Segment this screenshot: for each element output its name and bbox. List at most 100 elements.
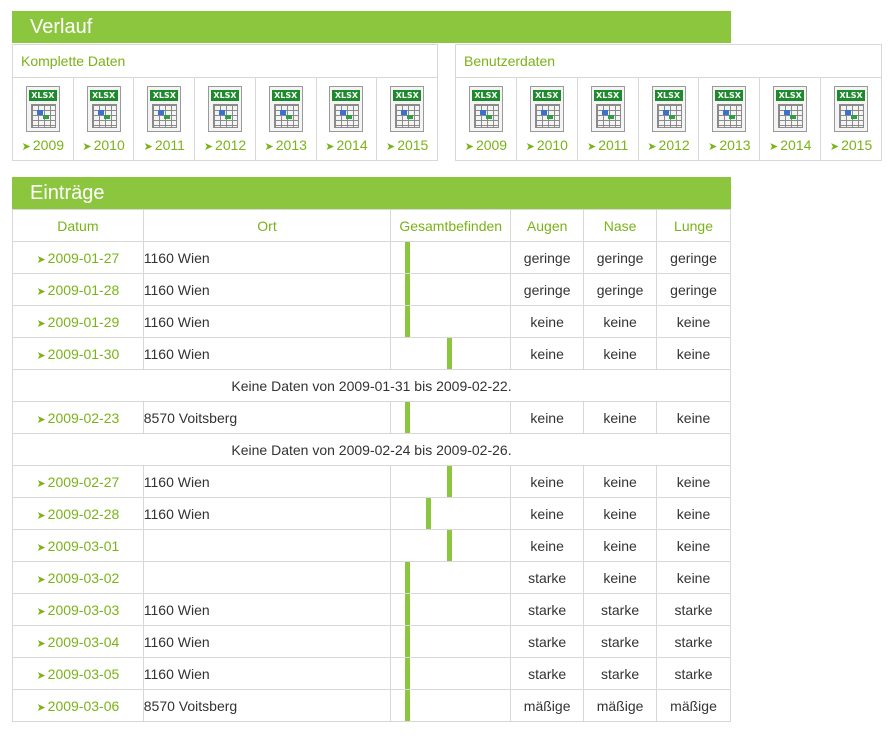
xlsx-file-icon[interactable]: XLSX (651, 86, 686, 132)
column-header-nose[interactable]: Nase (583, 209, 658, 242)
spreadsheet-grid-icon (395, 104, 421, 128)
year-link[interactable]: ➤ 2009 (456, 137, 516, 153)
entry-date-link[interactable]: ➤ 2009-03-03 (12, 593, 144, 626)
complete-data-downloads: Komplette Daten XLSX ➤ 2009 XLSX ➤ 2010 XLSX ➤ 2… (12, 44, 438, 161)
year-link[interactable]: ➤ 2012 (639, 137, 699, 153)
xlsx-file-icon[interactable]: XLSX (86, 86, 121, 132)
user-download-2011[interactable]: XLSX ➤ 2011 (578, 78, 639, 160)
entry-date-link[interactable]: ➤ 2009-02-27 (12, 465, 144, 498)
entry-date-link[interactable]: ➤ 2009-03-01 (12, 529, 144, 562)
user-download-2012[interactable]: XLSX ➤ 2012 (639, 78, 700, 160)
entry-date-link[interactable]: ➤ 2009-01-29 (12, 305, 144, 338)
arrow-right-icon: ➤ (385, 141, 396, 153)
entry-place: 1160 Wien (142, 497, 392, 530)
entry-eyes: starke (510, 561, 585, 594)
year-link[interactable]: ➤ 2013 (699, 137, 759, 153)
user-download-2010[interactable]: XLSX ➤ 2010 (517, 78, 578, 160)
entry-date-link[interactable]: ➤ 2009-01-30 (12, 337, 144, 370)
year-link[interactable]: ➤ 2014 (317, 137, 377, 153)
column-header-place[interactable]: Ort (142, 209, 392, 242)
user-data-downloads: Benutzerdaten XLSX ➤ 2009 XLSX ➤ 2010 XLSX ➤ 201… (455, 44, 882, 161)
user-download-2013[interactable]: XLSX ➤ 2013 (699, 78, 761, 160)
entry-lungs: starke (656, 625, 731, 658)
year-link[interactable]: ➤ 2014 (760, 137, 820, 153)
xlsx-file-icon[interactable]: XLSX (590, 86, 625, 132)
entry-date: 2009-02-28 (47, 505, 120, 522)
complete-download-2012[interactable]: XLSX ➤ 2012 (195, 78, 256, 160)
entry-place: 1160 Wien (142, 657, 392, 690)
year-link[interactable]: ➤ 2011 (134, 137, 194, 153)
xlsx-file-icon[interactable]: XLSX (208, 86, 243, 132)
entry-nose: geringe (583, 273, 658, 306)
spreadsheet-grid-icon (30, 104, 56, 128)
entry-date: 2009-02-27 (47, 473, 120, 490)
xlsx-file-icon[interactable]: XLSX (773, 86, 808, 132)
entry-row: ➤ 2009-03-05 1160 Wien starke starke starke (12, 657, 731, 690)
entry-row: ➤ 2009-02-23 8570 Voitsberg keine keine keine (12, 401, 731, 434)
xlsx-file-icon[interactable]: XLSX (529, 86, 564, 132)
complete-download-2013[interactable]: XLSX ➤ 2013 (256, 78, 317, 160)
user-download-2015[interactable]: XLSX ➤ 2015 (821, 78, 881, 160)
xlsx-badge: XLSX (150, 90, 179, 101)
xlsx-file-icon[interactable]: XLSX (25, 86, 60, 132)
column-header-lungs[interactable]: Lunge (656, 209, 731, 242)
entry-lungs: keine (656, 305, 731, 338)
year-label: 2011 (598, 137, 629, 153)
xlsx-badge: XLSX (715, 90, 744, 101)
no-data-text: Keine Daten von 2009-01-31 bis 2009-02-2… (12, 369, 731, 402)
entry-date-link[interactable]: ➤ 2009-02-23 (12, 401, 144, 434)
xlsx-badge: XLSX (28, 90, 57, 101)
arrow-right-icon: ➤ (36, 637, 46, 650)
year-label: 2013 (275, 137, 307, 153)
column-header-eyes[interactable]: Augen (510, 209, 585, 242)
xlsx-file-icon[interactable]: XLSX (329, 86, 364, 132)
year-link[interactable]: ➤ 2015 (377, 137, 437, 153)
year-link[interactable]: ➤ 2009 (13, 137, 73, 153)
entry-date-link[interactable]: ➤ 2009-03-02 (12, 561, 144, 594)
entry-nose: starke (583, 625, 658, 658)
entries-table: Datum Ort Gesamtbefinden Augen Nase Lung… (12, 209, 731, 722)
xlsx-file-icon[interactable]: XLSX (834, 86, 869, 132)
complete-download-2011[interactable]: XLSX ➤ 2011 (134, 78, 196, 160)
entries-body: ➤ 2009-01-27 1160 Wien geringe geringe gering… (12, 241, 731, 722)
year-link[interactable]: ➤ 2010 (517, 137, 577, 153)
entry-date: 2009-03-02 (47, 569, 120, 586)
year-link[interactable]: ➤ 2012 (195, 137, 255, 153)
complete-download-2014[interactable]: XLSX ➤ 2014 (317, 78, 378, 160)
xlsx-file-icon[interactable]: XLSX (390, 86, 425, 132)
entry-lungs: keine (656, 529, 731, 562)
entry-date-link[interactable]: ➤ 2009-01-28 (12, 273, 144, 306)
year-link[interactable]: ➤ 2010 (74, 137, 134, 153)
year-link[interactable]: ➤ 2015 (821, 137, 881, 153)
entry-date-link[interactable]: ➤ 2009-03-04 (12, 625, 144, 658)
entry-wellbeing (390, 625, 512, 658)
complete-download-2009[interactable]: XLSX ➤ 2009 (13, 78, 74, 160)
user-download-2014[interactable]: XLSX ➤ 2014 (760, 78, 822, 160)
xlsx-file-icon[interactable]: XLSX (712, 86, 747, 132)
user-download-2009[interactable]: XLSX ➤ 2009 (456, 78, 517, 160)
entry-lungs: keine (656, 465, 731, 498)
column-header-date[interactable]: Datum (12, 209, 144, 242)
entry-date-link[interactable]: ➤ 2009-01-27 (12, 241, 144, 274)
xlsx-badge: XLSX (654, 90, 683, 101)
column-header-wellbeing[interactable]: Gesamtbefinden (390, 209, 512, 242)
entry-date-link[interactable]: ➤ 2009-03-05 (12, 657, 144, 690)
entry-date: 2009-01-29 (47, 313, 120, 330)
xlsx-file-icon[interactable]: XLSX (468, 86, 503, 132)
year-label: 2009 (32, 137, 65, 153)
complete-download-2015[interactable]: XLSX ➤ 2015 (377, 78, 437, 160)
arrow-right-icon: ➤ (36, 541, 46, 554)
entry-date-link[interactable]: ➤ 2009-03-06 (12, 689, 144, 722)
spreadsheet-grid-icon (717, 104, 743, 128)
entry-date-link[interactable]: ➤ 2009-02-28 (12, 497, 144, 530)
complete-download-2010[interactable]: XLSX ➤ 2010 (74, 78, 135, 160)
xlsx-file-icon[interactable]: XLSX (268, 86, 303, 132)
xlsx-file-icon[interactable]: XLSX (147, 86, 182, 132)
xlsx-badge: XLSX (471, 90, 500, 101)
entry-row: ➤ 2009-03-01 keine keine keine (12, 529, 731, 562)
year-link[interactable]: ➤ 2013 (256, 137, 316, 153)
year-link[interactable]: ➤ 2011 (578, 137, 638, 153)
entry-lungs: mäßige (656, 689, 731, 722)
arrow-right-icon: ➤ (264, 141, 274, 153)
entry-place: 8570 Voitsberg (142, 689, 392, 722)
